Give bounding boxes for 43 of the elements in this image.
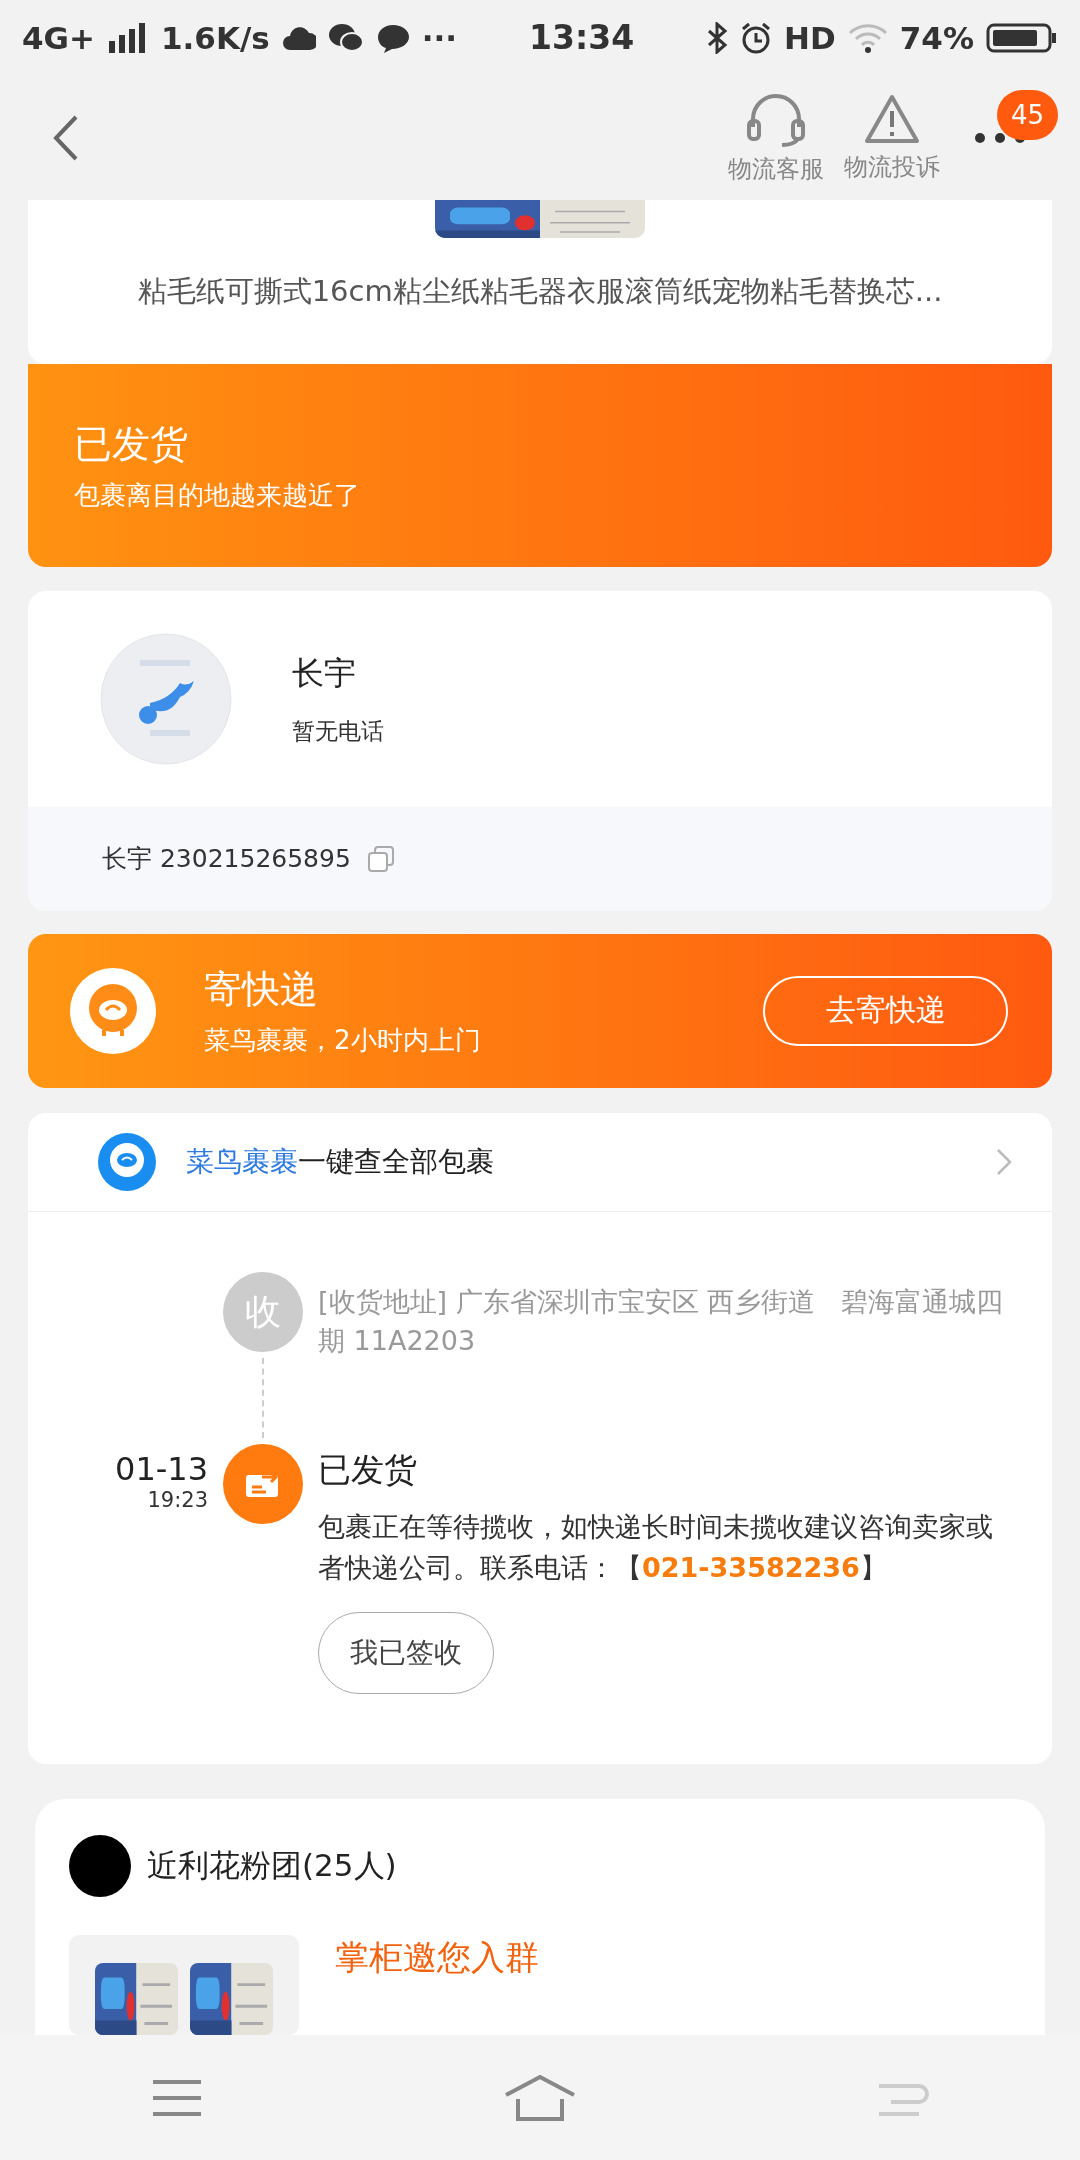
event-time: 19:23 — [147, 1488, 208, 1512]
battery-icon — [986, 21, 1058, 54]
product-title: 粘毛纸可撕式16cm粘尘纸粘毛器衣服滚筒纸宠物粘毛替换芯... — [136, 273, 944, 310]
menu-icon[interactable] — [150, 2077, 203, 2118]
delivery-address: [收货地址] 广东省深圳市宝安区 西乡街道 碧海富通城四期 11A2203 — [318, 1285, 1004, 1359]
send-parcel-button[interactable]: 去寄快递 — [763, 975, 1008, 1046]
mascot-icon — [70, 967, 156, 1054]
home-icon[interactable] — [504, 2074, 576, 2121]
phone-link[interactable]: 021-33582236 — [642, 1551, 860, 1583]
tracking-number: 长宇 230215265895 — [102, 843, 351, 876]
group-invite: 掌柜邀您入群 — [335, 1936, 539, 1979]
event-date: 01-13 — [115, 1450, 208, 1488]
message-icon — [375, 22, 410, 53]
toolbar-button[interactable]: 物流投诉 — [834, 92, 950, 183]
warning-icon — [864, 92, 920, 145]
clock: 13:34 — [529, 18, 635, 57]
group-name: 近利花粉团(25人) — [147, 1846, 397, 1885]
chevron-right-icon — [996, 1148, 1012, 1177]
all-parcels-row[interactable]: 菜鸟裹裹一键查全部包裹 — [28, 1113, 1052, 1212]
event-title: 已发货 — [318, 1449, 418, 1491]
notification-badge: 45 — [996, 89, 1058, 140]
send-subtitle: 菜鸟裹裹，2小时内上门 — [204, 1023, 481, 1057]
copy-icon[interactable] — [366, 844, 395, 873]
hd-indicator: HD — [784, 19, 836, 56]
event-description: 包裹正在等待揽收，如快递长时间未揽收建议咨询卖家或者快递公司。联系电话：【021-33582236】 — [318, 1510, 994, 1585]
status-subtitle: 包裹离目的地越来越近了 — [74, 478, 361, 512]
battery-level: 74% — [899, 19, 974, 56]
cainiao-link[interactable]: 菜鸟裹裹 — [186, 1145, 298, 1179]
courier-phone: 暂无电话 — [292, 716, 384, 746]
send-title: 寄快递 — [204, 965, 319, 1013]
confirm-receipt-button[interactable]: 我已签收 — [318, 1612, 494, 1694]
alarm-icon — [740, 21, 773, 54]
more-indicator: ··· — [421, 19, 458, 56]
courier-name: 长宇 — [292, 652, 357, 694]
bluetooth-icon — [706, 21, 729, 54]
network-speed: 1.6K/s — [161, 19, 270, 56]
mascot-icon — [98, 1133, 156, 1192]
toolbar-button[interactable]: 物流客服 — [718, 90, 834, 185]
status-title: 已发货 — [74, 420, 189, 468]
network-type: 4G+ — [22, 19, 95, 56]
chat-bubbles-icon — [327, 22, 364, 53]
wifi-icon — [847, 22, 888, 53]
all-parcels-text: 菜鸟裹裹一键查全部包裹 — [186, 1144, 494, 1181]
